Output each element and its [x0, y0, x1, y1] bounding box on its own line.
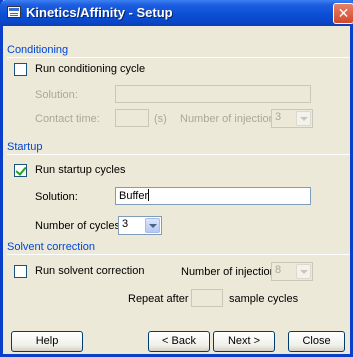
solvent-injections-select[interactable]: 8 — [271, 262, 313, 281]
text-caret — [148, 189, 150, 201]
startup-solution-value: Buffer — [119, 190, 149, 202]
help-button[interactable]: Help — [11, 331, 83, 352]
window-title: Kinetics/Affinity - Setup — [26, 5, 173, 20]
conditioning-divider — [7, 57, 350, 58]
startup-group-title: Startup — [7, 141, 43, 153]
application-window-icon — [7, 6, 21, 18]
run-conditioning-checkbox[interactable] — [14, 63, 27, 76]
solvent-injections-label: Number of injections: — [181, 266, 285, 278]
startup-cycles-label: Number of cycles: — [35, 220, 124, 232]
startup-solution-input[interactable]: Buffer — [115, 187, 311, 205]
conditioning-group-title: Conditioning — [7, 44, 69, 56]
conditioning-solution-input[interactable] — [115, 85, 311, 103]
solvent-correction-group-title: Solvent correction — [7, 241, 96, 253]
conditioning-injections-value: 3 — [275, 111, 282, 123]
close-button[interactable]: Close — [288, 331, 345, 352]
contact-time-input[interactable] — [115, 109, 149, 127]
startup-divider — [7, 154, 350, 155]
chevron-down-icon[interactable] — [296, 111, 311, 126]
run-conditioning-label[interactable]: Run conditioning cycle — [35, 63, 145, 75]
title-bar[interactable]: Kinetics/Affinity - Setup ✕ — [0, 0, 353, 26]
repeat-after-unit: sample cycles — [229, 293, 299, 305]
conditioning-injections-select[interactable]: 3 — [271, 109, 313, 128]
run-startup-label[interactable]: Run startup cycles — [35, 164, 125, 176]
next-button[interactable]: Next > — [213, 331, 275, 352]
startup-cycles-select[interactable]: 3 — [118, 216, 162, 235]
conditioning-injections-label: Number of injections: — [180, 113, 284, 125]
window-close-button[interactable]: ✕ — [333, 3, 353, 24]
solvent-injections-value: 8 — [275, 264, 282, 276]
startup-solution-label: Solution: — [35, 191, 78, 203]
solvent-correction-divider — [7, 254, 350, 255]
run-solvent-correction-label[interactable]: Run solvent correction — [35, 265, 144, 277]
conditioning-solution-label: Solution: — [35, 89, 78, 101]
close-icon: ✕ — [337, 5, 350, 21]
contact-time-unit: (s) — [154, 113, 167, 125]
startup-cycles-value: 3 — [122, 218, 129, 230]
repeat-after-label: Repeat after — [128, 293, 189, 305]
chevron-down-icon[interactable] — [296, 264, 311, 279]
run-startup-checkbox[interactable] — [14, 164, 27, 177]
run-solvent-correction-checkbox[interactable] — [14, 265, 27, 278]
back-button[interactable]: < Back — [148, 331, 210, 352]
repeat-after-input[interactable] — [191, 289, 223, 307]
contact-time-label: Contact time: — [35, 113, 100, 125]
chevron-down-icon[interactable] — [145, 218, 160, 233]
setup-dialog: Kinetics/Affinity - Setup ✕ Conditioning… — [0, 0, 353, 357]
